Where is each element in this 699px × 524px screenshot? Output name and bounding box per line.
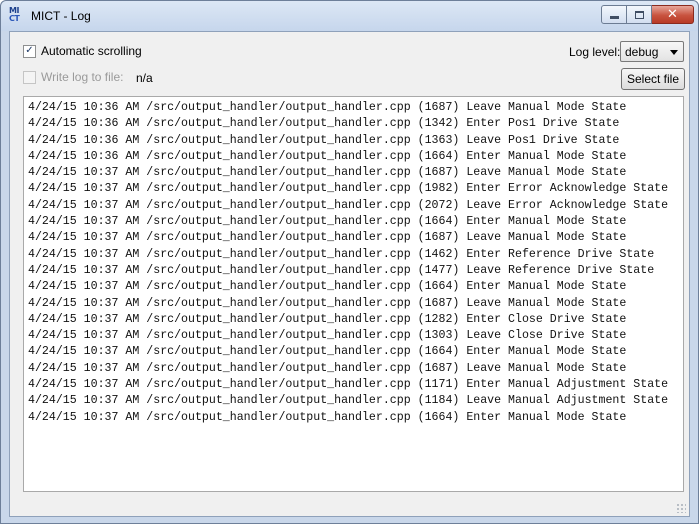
log-line: 4/24/15 10:36 AM /src/output_handler/out… — [28, 133, 620, 147]
log-line: 4/24/15 10:37 AM /src/output_handler/out… — [28, 361, 627, 375]
auto-scroll-option[interactable]: ✓ Automatic scrolling — [23, 44, 142, 58]
window-title: MICT - Log — [31, 9, 91, 23]
log-level-value: debug — [625, 45, 659, 59]
log-line: 4/24/15 10:37 AM /src/output_handler/out… — [28, 394, 669, 408]
log-line: 4/24/15 10:37 AM /src/output_handler/out… — [28, 166, 627, 180]
log-file-path: n/a — [136, 71, 153, 85]
log-line: 4/24/15 10:37 AM /src/output_handler/out… — [28, 215, 627, 229]
log-line: 4/24/15 10:36 AM /src/output_handler/out… — [28, 117, 620, 131]
auto-scroll-label: Automatic scrolling — [41, 44, 142, 58]
log-level-select[interactable]: debug — [620, 41, 684, 62]
maximize-icon — [634, 10, 644, 19]
select-file-button[interactable]: Select file — [621, 68, 685, 90]
close-icon: ✕ — [667, 7, 678, 22]
log-line: 4/24/15 10:37 AM /src/output_handler/out… — [28, 231, 627, 245]
write-log-checkbox — [23, 70, 36, 84]
log-line: 4/24/15 10:36 AM /src/output_handler/out… — [28, 101, 627, 114]
minimize-button[interactable] — [601, 5, 627, 24]
log-line: 4/24/15 10:37 AM /src/output_handler/out… — [28, 247, 655, 261]
log-level-label: Log level: — [569, 45, 621, 59]
mict-app-icon: MI CT — [9, 7, 27, 25]
log-output[interactable]: 4/24/15 10:36 AM /src/output_handler/out… — [23, 96, 684, 492]
client-area: ✓ Automatic scrolling Write log to file:… — [9, 31, 690, 517]
close-button[interactable]: ✕ — [652, 5, 694, 24]
log-line: 4/24/15 10:37 AM /src/output_handler/out… — [28, 263, 655, 277]
log-line: 4/24/15 10:37 AM /src/output_handler/out… — [28, 296, 627, 310]
log-line: 4/24/15 10:37 AM /src/output_handler/out… — [28, 329, 627, 343]
log-line: 4/24/15 10:37 AM /src/output_handler/out… — [28, 280, 627, 294]
log-line: 4/24/15 10:36 AM /src/output_handler/out… — [28, 149, 627, 163]
log-line: 4/24/15 10:37 AM /src/output_handler/out… — [28, 378, 669, 392]
auto-scroll-checkbox[interactable]: ✓ — [23, 44, 36, 58]
log-line: 4/24/15 10:37 AM /src/output_handler/out… — [28, 345, 627, 359]
write-log-label: Write log to file: — [41, 70, 124, 84]
app-icon-line2: CT — [9, 14, 20, 23]
maximize-button[interactable] — [627, 5, 652, 24]
log-line: 4/24/15 10:37 AM /src/output_handler/out… — [28, 198, 669, 212]
chevron-down-icon — [670, 50, 678, 55]
title-bar[interactable]: MI CT MICT - Log ✕ — [1, 1, 698, 31]
resize-grip-icon[interactable] — [676, 503, 686, 513]
log-line: 4/24/15 10:37 AM /src/output_handler/out… — [28, 182, 669, 196]
minimize-icon — [609, 16, 619, 19]
log-line: 4/24/15 10:37 AM /src/output_handler/out… — [28, 312, 627, 326]
log-line: 4/24/15 10:37 AM /src/output_handler/out… — [28, 410, 627, 424]
log-window: MI CT MICT - Log ✕ ✓ Automatic scrolling… — [0, 0, 699, 524]
write-log-option: Write log to file: — [23, 70, 123, 84]
